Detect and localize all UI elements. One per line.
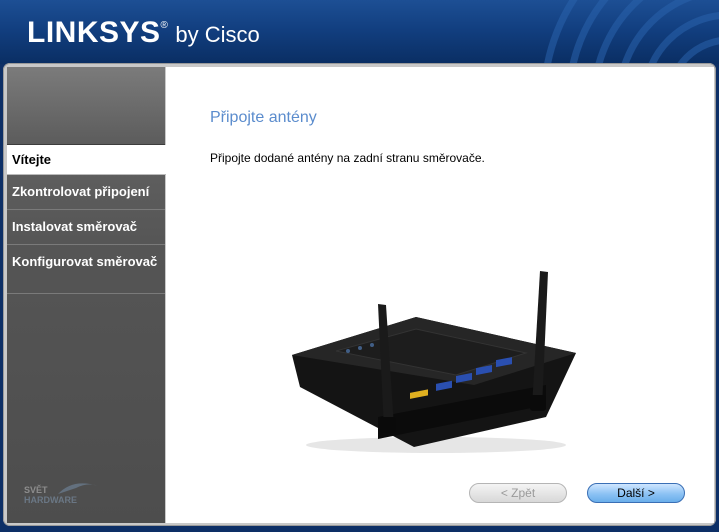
svg-text:HARDWARE: HARDWARE — [24, 495, 77, 505]
sidebar-header-space — [7, 67, 165, 145]
page-title: Připojte antény — [210, 109, 317, 126]
sidebar-item-configure-router[interactable]: Konfigurovat směrovač — [7, 245, 165, 294]
back-button[interactable]: < Zpět — [469, 483, 567, 503]
sidebar-item-welcome[interactable]: Vítejte — [7, 145, 169, 175]
instruction-text: Připojte dodané antény na zadní stranu s… — [210, 151, 485, 165]
watermark-logo: SVĚT HARDWARE — [24, 483, 98, 505]
sidebar-item-check-connection[interactable]: Zkontrolovat připojení — [7, 175, 165, 210]
sidebar-item-install-router[interactable]: Instalovat směrovač — [7, 210, 165, 245]
svg-text:SVĚT: SVĚT — [24, 484, 48, 495]
main-content: Připojte antény Připojte dodané antény n… — [166, 67, 714, 523]
sidebar: Vítejte Zkontrolovat připojení Instalova… — [7, 67, 169, 523]
router-image — [292, 271, 576, 453]
app-header: LINKSYS® by Cisco — [0, 0, 719, 64]
linksys-logo: LINKSYS® by Cisco — [27, 16, 260, 49]
header-decoration — [544, 0, 719, 64]
next-button[interactable]: Další > — [587, 483, 685, 503]
